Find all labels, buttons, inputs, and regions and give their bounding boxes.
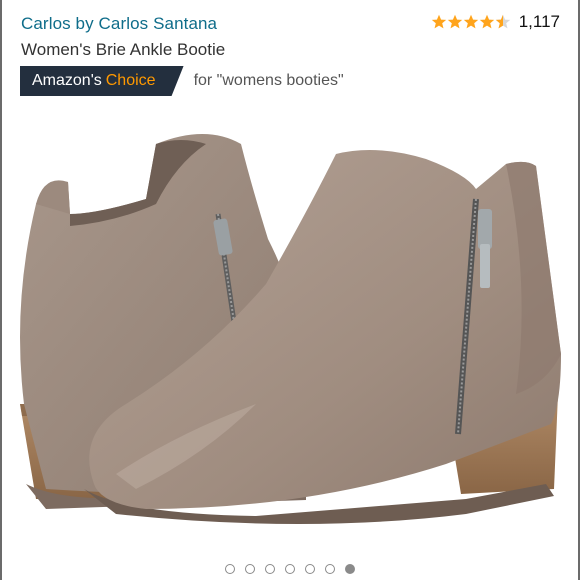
amazons-choice-row: Amazon's Choice for "womens booties" — [20, 66, 344, 96]
product-title: Women's Brie Ankle Bootie — [21, 40, 226, 59]
brand-link[interactable]: Carlos by Carlos Santana — [21, 14, 217, 34]
badge-query-text: for "womens booties" — [193, 72, 344, 89]
carousel-dot-active[interactable] — [345, 564, 355, 574]
amazons-choice-badge[interactable]: Amazon's Choice — [20, 66, 184, 96]
badge-accent-label: Choice — [105, 72, 156, 89]
half-star-icon — [495, 14, 510, 29]
star-icon — [479, 14, 494, 29]
carousel-dot[interactable] — [325, 564, 335, 574]
image-carousel-dots — [0, 564, 580, 574]
rating-stars — [431, 14, 511, 30]
badge-label: Amazon's — [32, 72, 102, 89]
carousel-dot[interactable] — [305, 564, 315, 574]
star-icon — [447, 14, 462, 29]
carousel-dot[interactable] — [245, 564, 255, 574]
star-icon — [431, 14, 446, 29]
rating-count[interactable]: 1,117 — [519, 12, 560, 32]
carousel-dot[interactable] — [285, 564, 295, 574]
rating-summary[interactable]: 1,117 — [431, 12, 560, 32]
window-frame-left — [0, 0, 2, 580]
product-image[interactable] — [6, 104, 574, 544]
carousel-dot[interactable] — [225, 564, 235, 574]
carousel-dot[interactable] — [265, 564, 275, 574]
star-icon — [463, 14, 478, 29]
